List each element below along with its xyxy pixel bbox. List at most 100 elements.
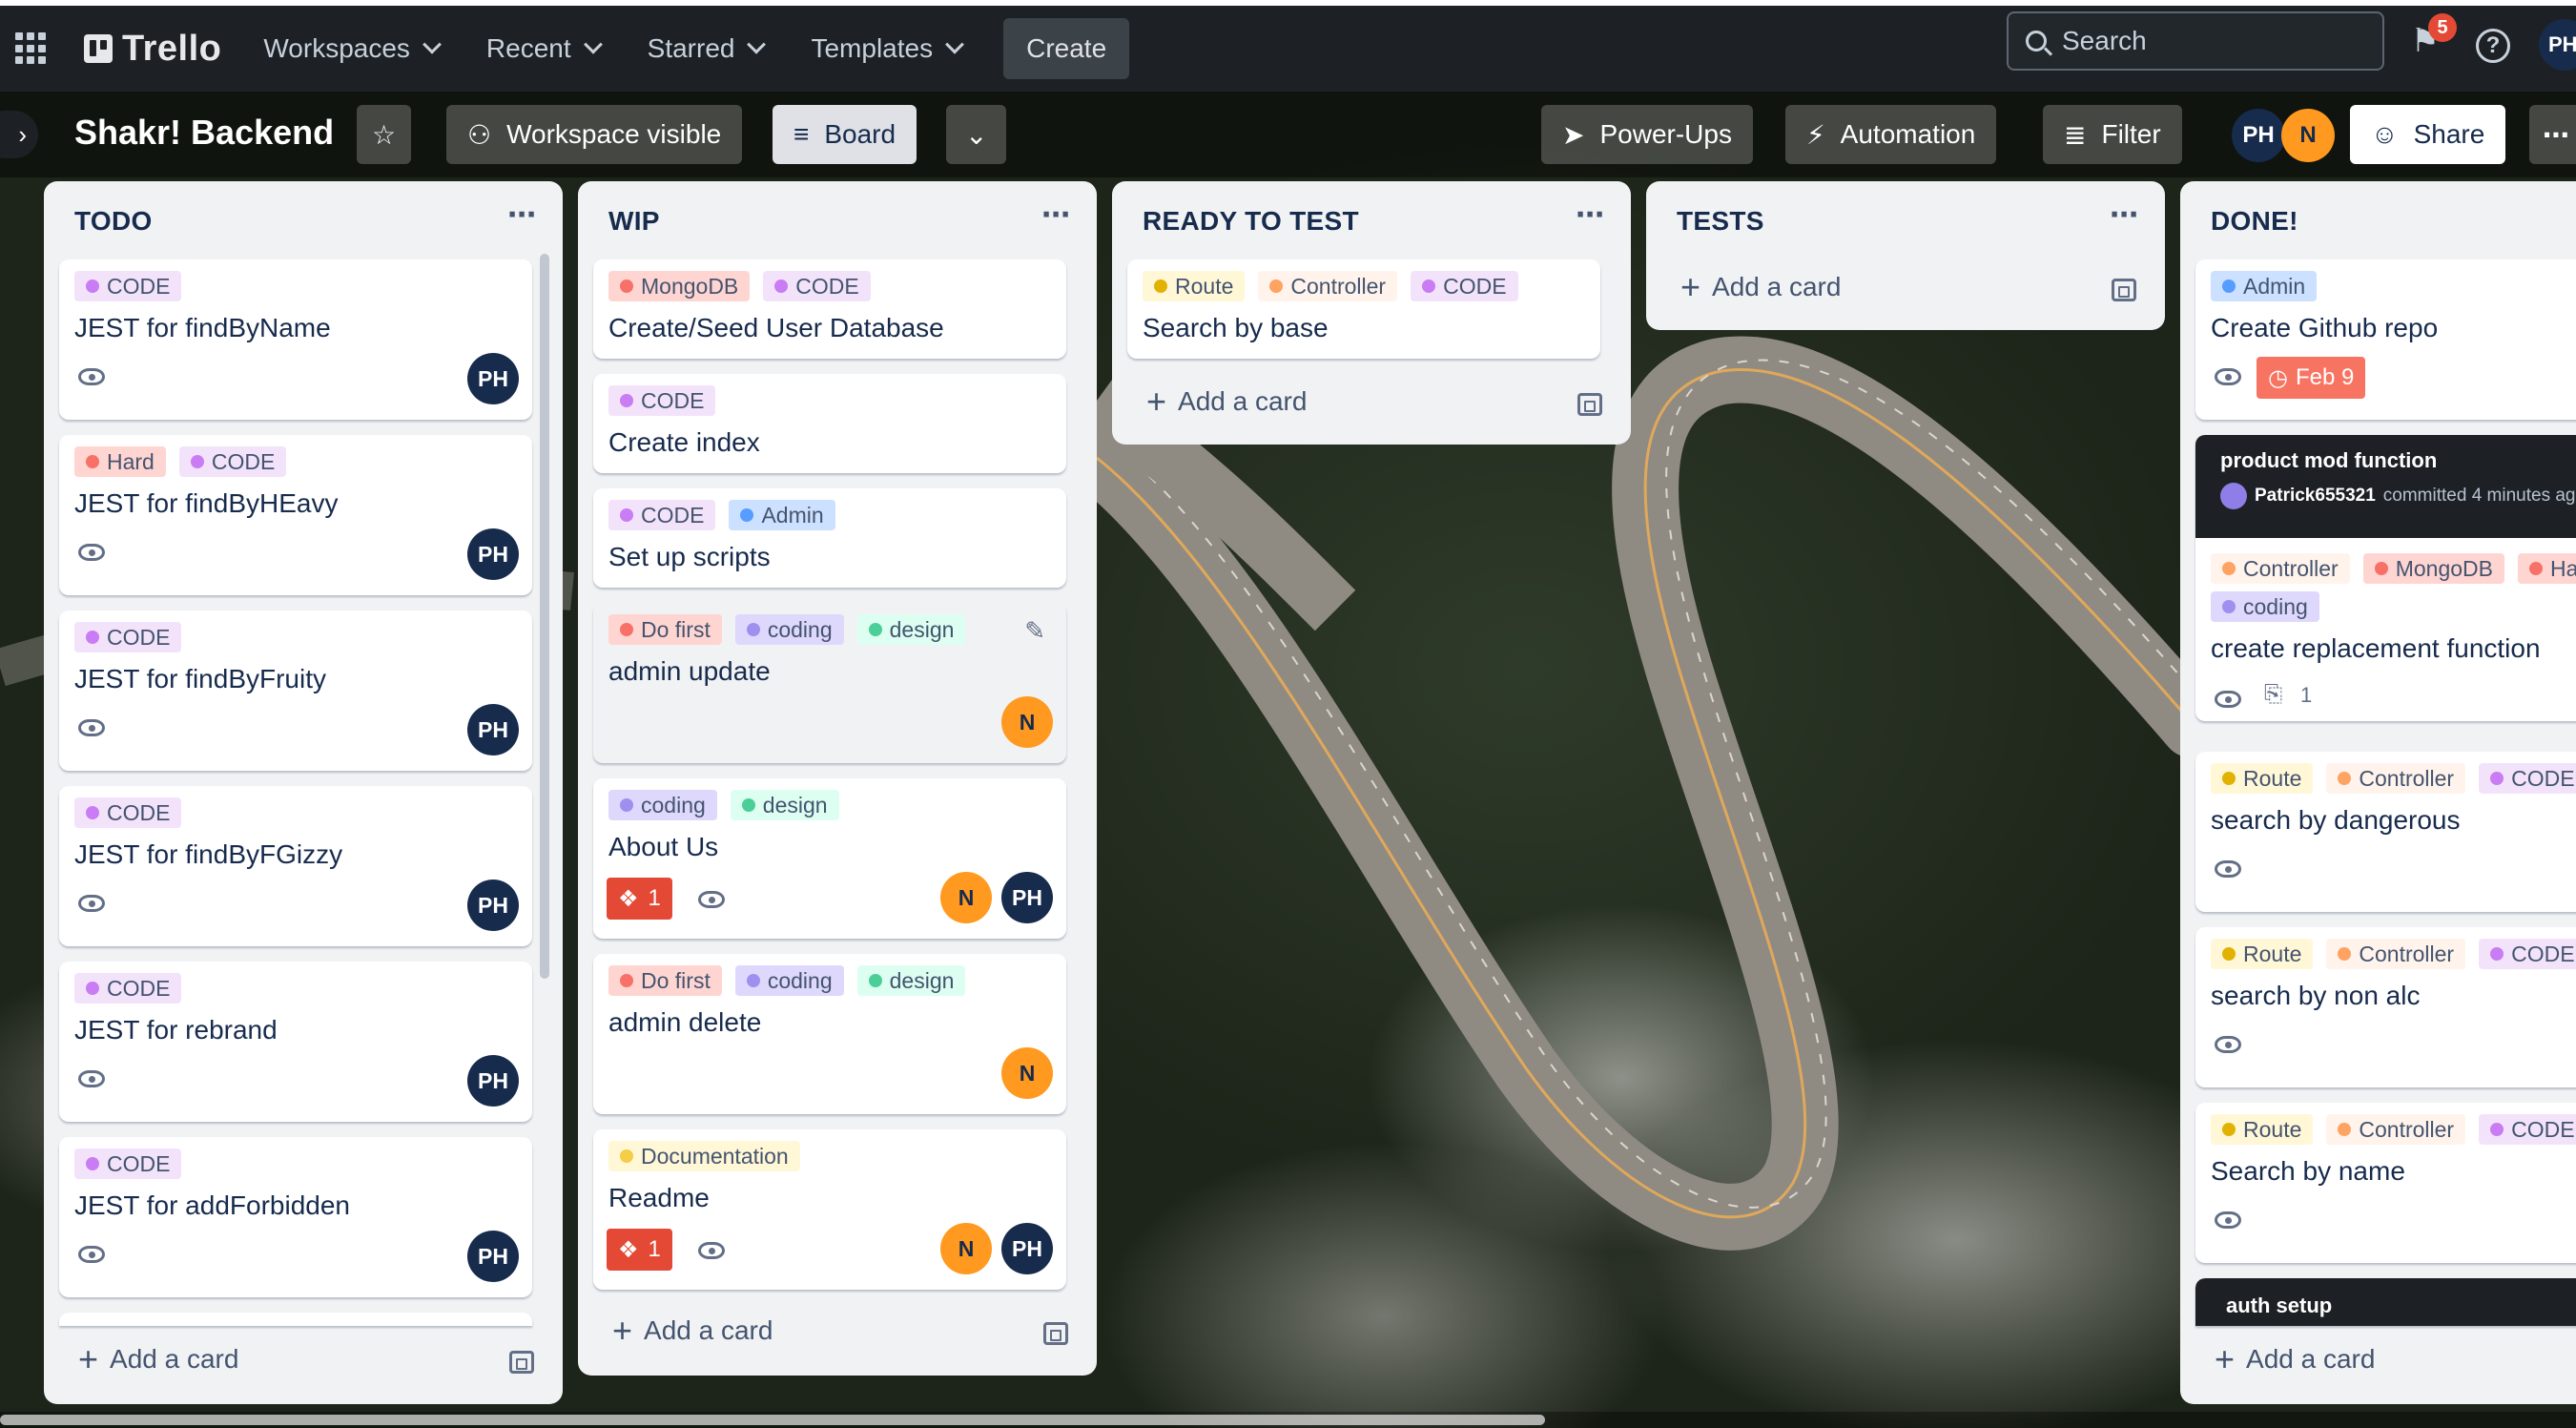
label[interactable]: MongoDB: [608, 271, 751, 301]
card[interactable]: Hard CODE JEST for findByHEavy PH: [59, 435, 532, 595]
add-card-button[interactable]: + Add a card: [2215, 1339, 2375, 1379]
nav-workspaces[interactable]: Workspaces: [250, 20, 452, 77]
label[interactable]: Controller: [2211, 553, 2350, 584]
label[interactable]: CODE: [2479, 939, 2576, 969]
card[interactable]: CODE JEST for findByName PH: [59, 259, 532, 420]
search-input[interactable]: Search: [2007, 11, 2384, 71]
add-card-button[interactable]: + Add a card: [1146, 382, 1307, 422]
card[interactable]: coding design About Us ❖ 1 N PH: [593, 778, 1066, 939]
list-title[interactable]: READY TO TEST: [1143, 206, 1359, 237]
card[interactable]: Route Controller CODE Search by name: [2195, 1103, 2576, 1263]
card-template-icon[interactable]: [1577, 393, 1602, 416]
card[interactable]: CODE Admin Set up scripts: [593, 488, 1066, 588]
member-avatar[interactable]: N: [2281, 109, 2335, 162]
label[interactable]: Do first: [608, 965, 722, 996]
card-member-avatar[interactable]: PH: [467, 353, 519, 404]
label[interactable]: CODE: [608, 500, 716, 530]
card[interactable]: CODE JEST for rebrand PH: [59, 962, 532, 1122]
card[interactable]: CODE JEST for addForbidden PH: [59, 1137, 532, 1297]
power-ups-button[interactable]: ➤ Power-Ups: [1541, 105, 1753, 164]
label[interactable]: CODE: [74, 1149, 182, 1179]
nav-starred[interactable]: Starred: [634, 20, 777, 77]
card-member-avatar[interactable]: PH: [467, 528, 519, 580]
card[interactable]: product mod function Patrick655321 commit…: [2195, 435, 2576, 721]
label[interactable]: CODE: [74, 271, 182, 301]
list-menu-icon[interactable]: ⋯: [2110, 198, 2140, 232]
label[interactable]: coding: [734, 965, 844, 996]
add-card-button[interactable]: + Add a card: [1680, 267, 1841, 307]
edit-pencil-icon[interactable]: ✎: [1024, 616, 1045, 646]
card[interactable]: CODE JEST for findByFGizzy PH: [59, 786, 532, 946]
label[interactable]: CODE: [2479, 1114, 2576, 1145]
nav-templates[interactable]: Templates: [797, 20, 975, 77]
scrollbar-thumb[interactable]: [0, 1415, 1545, 1425]
label[interactable]: Controller: [2326, 1114, 2466, 1145]
due-date-badge[interactable]: ◷ Feb 9: [2257, 357, 2366, 399]
label[interactable]: CODE: [74, 973, 182, 1004]
list-title[interactable]: DONE!: [2211, 206, 2298, 237]
label[interactable]: Route: [2211, 763, 2314, 794]
card-template-icon[interactable]: [509, 1351, 534, 1374]
card-member-avatar[interactable]: N: [940, 872, 992, 923]
label[interactable]: Admin: [729, 500, 835, 530]
card[interactable]: Route Controller CODE search by dangerou…: [2195, 752, 2576, 912]
views-dropdown-button[interactable]: ⌄: [946, 105, 1007, 164]
label[interactable]: Hard: [74, 446, 166, 477]
card[interactable]: Route Controller CODE Search by base: [1127, 259, 1600, 359]
board-view-button[interactable]: ≡ Board: [773, 105, 917, 164]
card-template-icon[interactable]: [1043, 1322, 1068, 1345]
label[interactable]: Route: [2211, 1114, 2314, 1145]
card-member-avatar[interactable]: N: [1001, 1047, 1053, 1099]
label[interactable]: design: [856, 614, 966, 645]
label[interactable]: Admin: [2211, 271, 2318, 301]
label[interactable]: Controller: [2326, 763, 2466, 794]
create-button[interactable]: Create: [1003, 18, 1130, 79]
app-switcher-icon[interactable]: [15, 32, 48, 65]
label[interactable]: coding: [734, 614, 844, 645]
card-partial[interactable]: [59, 1313, 532, 1326]
card-template-icon[interactable]: [2112, 279, 2136, 301]
label[interactable]: coding: [2211, 591, 2319, 622]
visibility-button[interactable]: ⚇ Workspace visible: [446, 105, 743, 164]
list-menu-icon[interactable]: ⋯: [1041, 198, 1072, 232]
label[interactable]: CODE: [74, 622, 182, 652]
label[interactable]: design: [856, 965, 966, 996]
label[interactable]: Controller: [2326, 939, 2466, 969]
label[interactable]: CODE: [74, 797, 182, 828]
list-menu-icon[interactable]: ⋯: [1576, 198, 1606, 232]
label[interactable]: CODE: [608, 385, 716, 416]
card-member-avatar[interactable]: PH: [1001, 872, 1053, 923]
list-title[interactable]: WIP: [608, 206, 660, 237]
label[interactable]: Documentation: [608, 1141, 800, 1171]
card-member-avatar[interactable]: PH: [467, 1231, 519, 1282]
card[interactable]: CODE JEST for findByFruity PH: [59, 611, 532, 771]
label[interactable]: Route: [1143, 271, 1246, 301]
label[interactable]: coding: [608, 790, 717, 820]
label[interactable]: CODE: [178, 446, 287, 477]
list-title[interactable]: TODO: [74, 206, 153, 237]
list-scrollbar[interactable]: [540, 254, 549, 979]
label[interactable]: CODE: [2479, 763, 2576, 794]
card-member-avatar[interactable]: N: [940, 1223, 992, 1274]
board-title[interactable]: Shakr! Backend: [74, 113, 334, 153]
card-member-avatar[interactable]: PH: [1001, 1223, 1053, 1274]
member-avatar[interactable]: PH: [2232, 109, 2285, 162]
card-partial[interactable]: auth setup: [2195, 1278, 2576, 1326]
card-member-avatar[interactable]: PH: [467, 1055, 519, 1107]
label[interactable]: CODE: [763, 271, 871, 301]
card-member-avatar[interactable]: PH: [467, 704, 519, 755]
board-horizontal-scrollbar[interactable]: [0, 1412, 2576, 1428]
label[interactable]: Route: [2211, 939, 2314, 969]
card-member-avatar[interactable]: N: [1001, 696, 1053, 748]
card[interactable]: Do first coding design admin delete N: [593, 954, 1066, 1114]
card[interactable]: Admin Create Github repo ◷ Feb 9: [2195, 259, 2576, 420]
nav-recent[interactable]: Recent: [473, 20, 613, 77]
star-board-button[interactable]: ☆: [357, 105, 412, 164]
label[interactable]: Ha: [2518, 553, 2576, 584]
card-member-avatar[interactable]: PH: [467, 880, 519, 931]
add-card-button[interactable]: + Add a card: [612, 1311, 773, 1351]
list-menu-icon[interactable]: ⋯: [507, 198, 538, 232]
card[interactable]: CODE Create index: [593, 374, 1066, 473]
card[interactable]: Route Controller CODE search by non alc: [2195, 927, 2576, 1087]
card-hovered[interactable]: Do first coding design ✎ admin update N: [593, 603, 1066, 763]
